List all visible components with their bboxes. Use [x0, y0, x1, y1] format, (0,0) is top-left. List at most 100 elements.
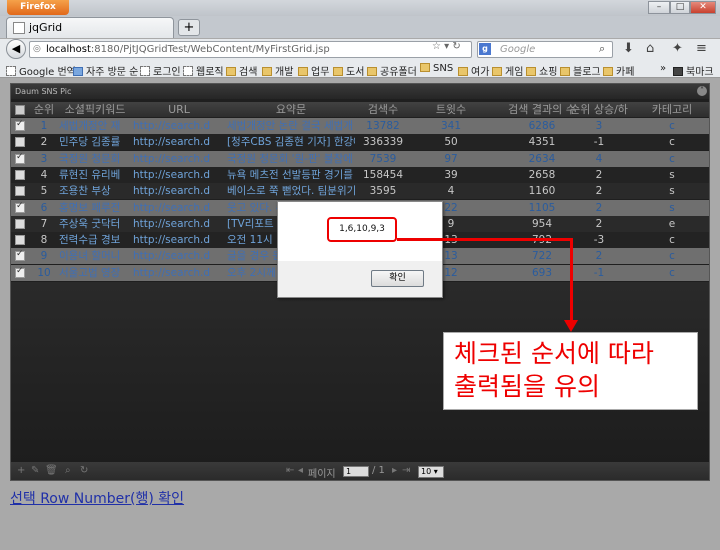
close-window-button[interactable]: ✕	[690, 1, 716, 14]
table-row[interactable]: 3 국정원 청문회 http://search.d 국정원 청문회 '원-판' 불참에…	[11, 150, 709, 167]
cell-keyword: 이용녀 할머니	[59, 250, 121, 263]
bookmark-folder[interactable]: 카페	[603, 63, 634, 78]
col-url[interactable]: URL	[133, 102, 225, 117]
bookmarks-overflow[interactable]: »	[660, 63, 666, 74]
grid-header: 순위 소셜픽키워드 URL 요약문 검색수 트윗수 검색 결과의 수 순위 상승…	[11, 102, 709, 117]
col-searches[interactable]: 검색수	[357, 102, 409, 117]
bookmark-folder[interactable]: 게임	[492, 63, 523, 78]
url-host: localhost	[46, 44, 91, 55]
cell-category: c	[669, 120, 675, 132]
bookmark-folder[interactable]: 블로그	[560, 63, 601, 78]
last-page-icon[interactable]: ⇥	[402, 465, 410, 476]
bookmark-folder[interactable]: 업무	[298, 63, 329, 78]
table-row[interactable]: 4 류현진 유리베 http://search.d 뉴욕 메츠전 선발등판 경기를 15…	[11, 166, 709, 183]
star-icon[interactable]: ☆	[432, 41, 441, 52]
cell-change: 2	[595, 250, 603, 263]
select-all-checkbox[interactable]	[15, 105, 25, 115]
globe-icon: ◎	[33, 44, 41, 54]
bookmarks-menu[interactable]: 북마크	[673, 63, 714, 78]
row-checkbox[interactable]	[15, 119, 25, 131]
cell-keyword: 류현진 유리베	[59, 168, 121, 181]
rows-per-page-select[interactable]: 10 ▾	[418, 466, 444, 478]
cell-url: http://search.d	[133, 152, 211, 165]
cell-rank: 4	[40, 168, 48, 181]
col-rank[interactable]: 순위	[31, 102, 57, 117]
row-checkbox[interactable]	[15, 152, 25, 164]
bookmark-folder[interactable]: 도서	[333, 63, 364, 78]
row-checkbox[interactable]	[15, 249, 25, 262]
bookmark-item[interactable]: 웹로직	[183, 63, 224, 78]
tab-jqgrid[interactable]: jqGrid	[6, 17, 174, 38]
menu-icon[interactable]: ≡	[696, 41, 707, 56]
page-label: 페이지	[308, 469, 336, 480]
next-page-icon[interactable]: ▸	[392, 465, 397, 476]
row-checkbox[interactable]	[15, 169, 25, 180]
col-summary[interactable]: 요약문	[227, 102, 355, 117]
table-row[interactable]: 5 조용찬 부상 http://search.d 베이스로 쭉 뻗었다. 팀분위기 35…	[11, 183, 709, 200]
row-checkbox[interactable]	[15, 137, 25, 148]
edit-icon[interactable]: ✎	[31, 465, 39, 476]
table-row[interactable]: 2 민주당 김종률 http://search.d [청주CBS 김종현 기자] 한강…	[11, 134, 709, 151]
row-checkbox[interactable]	[15, 186, 25, 197]
col-category[interactable]: 카테고리	[637, 102, 707, 117]
refresh-icon[interactable]: ↻	[80, 465, 88, 476]
cell-url: http://search.d	[133, 234, 211, 247]
bookmark-folder[interactable]: 검색	[226, 63, 257, 78]
bookmark-folder[interactable]: 공유폴더	[367, 63, 417, 78]
cell-searches: 3595	[369, 185, 397, 198]
url-actions: ☆ ▾ ↻	[432, 41, 461, 52]
download-icon[interactable]: ⬇	[623, 41, 634, 56]
bookmark-folder[interactable]: SNS	[420, 63, 453, 74]
bookmark-folder[interactable]: 여가	[458, 63, 489, 78]
check-row-numbers-link[interactable]: 선택 Row Number(행) 확인	[10, 488, 184, 508]
first-page-icon[interactable]: ⇤	[286, 465, 294, 476]
reload-icon[interactable]: ↻	[452, 41, 460, 52]
search-icon[interactable]: ⌕	[599, 42, 605, 56]
annotation-arrow	[397, 238, 573, 241]
row-checkbox[interactable]	[15, 266, 25, 278]
add-icon[interactable]: +	[17, 465, 25, 476]
cell-change: -3	[593, 234, 605, 247]
firefox-menu-button[interactable]: Firefox	[7, 0, 69, 15]
window-titlebar	[0, 0, 720, 16]
back-button[interactable]: ◀	[6, 39, 26, 59]
search-icon[interactable]: ⌕	[65, 465, 71, 476]
cell-tweets: 341	[440, 120, 462, 132]
dropdown-icon[interactable]: ▾	[444, 41, 449, 52]
cell-summary: 베이스로 쭉 뻗었다. 팀분위기	[227, 185, 355, 198]
row-checkbox[interactable]	[15, 235, 25, 246]
minimize-button[interactable]: –	[648, 1, 670, 14]
page-icon	[13, 22, 25, 34]
cell-keyword: 민주당 김종률	[59, 136, 121, 149]
bookmark-item[interactable]: 로그인	[140, 63, 181, 78]
bookmark-folder[interactable]: 개발	[262, 63, 293, 78]
alert-message: 1,6,10,9,3	[327, 217, 397, 242]
prev-page-icon[interactable]: ◂	[298, 465, 303, 476]
ok-button[interactable]: 확인	[371, 270, 424, 287]
new-tab-button[interactable]: +	[178, 19, 200, 36]
search-input[interactable]: Google	[477, 41, 613, 58]
cell-category: s	[669, 168, 675, 181]
col-change[interactable]: 순위 상승/하	[564, 102, 634, 117]
page-number-input[interactable]: 1	[343, 466, 369, 477]
cell-category: s	[669, 185, 675, 198]
home-icon[interactable]: ⌂	[646, 41, 654, 56]
cell-summary: 뉴욕 메츠전 선발등판 경기를	[227, 168, 353, 181]
col-keyword[interactable]: 소셜픽키워드	[59, 102, 131, 117]
maximize-button[interactable]: □	[670, 1, 690, 14]
bookmark-item[interactable]: 자주 방문 순	[73, 63, 138, 78]
bookmark-folder[interactable]: 쇼핑	[526, 63, 557, 78]
google-icon[interactable]: g	[479, 43, 491, 55]
addon-icon[interactable]: ✦	[672, 41, 683, 56]
cell-category: c	[669, 152, 675, 165]
delete-icon[interactable]: 🗑	[45, 465, 58, 476]
collapse-icon[interactable]: ˄	[697, 86, 707, 96]
arrow-head-icon	[564, 320, 578, 332]
row-checkbox[interactable]	[15, 201, 25, 213]
url-bar[interactable]: localhost:8180/PjtJQGridTest/WebContent/…	[29, 41, 472, 58]
bookmark-item[interactable]: Google 번역	[6, 63, 76, 78]
col-tweets[interactable]: 트윗수	[421, 102, 481, 117]
row-checkbox[interactable]	[15, 218, 25, 229]
grid-caption: Daum SNS Pic	[11, 84, 709, 99]
table-row[interactable]: 1 세법개정안 재 http://search.d 세법개정안 논란 결국 세법개 13…	[11, 118, 709, 134]
